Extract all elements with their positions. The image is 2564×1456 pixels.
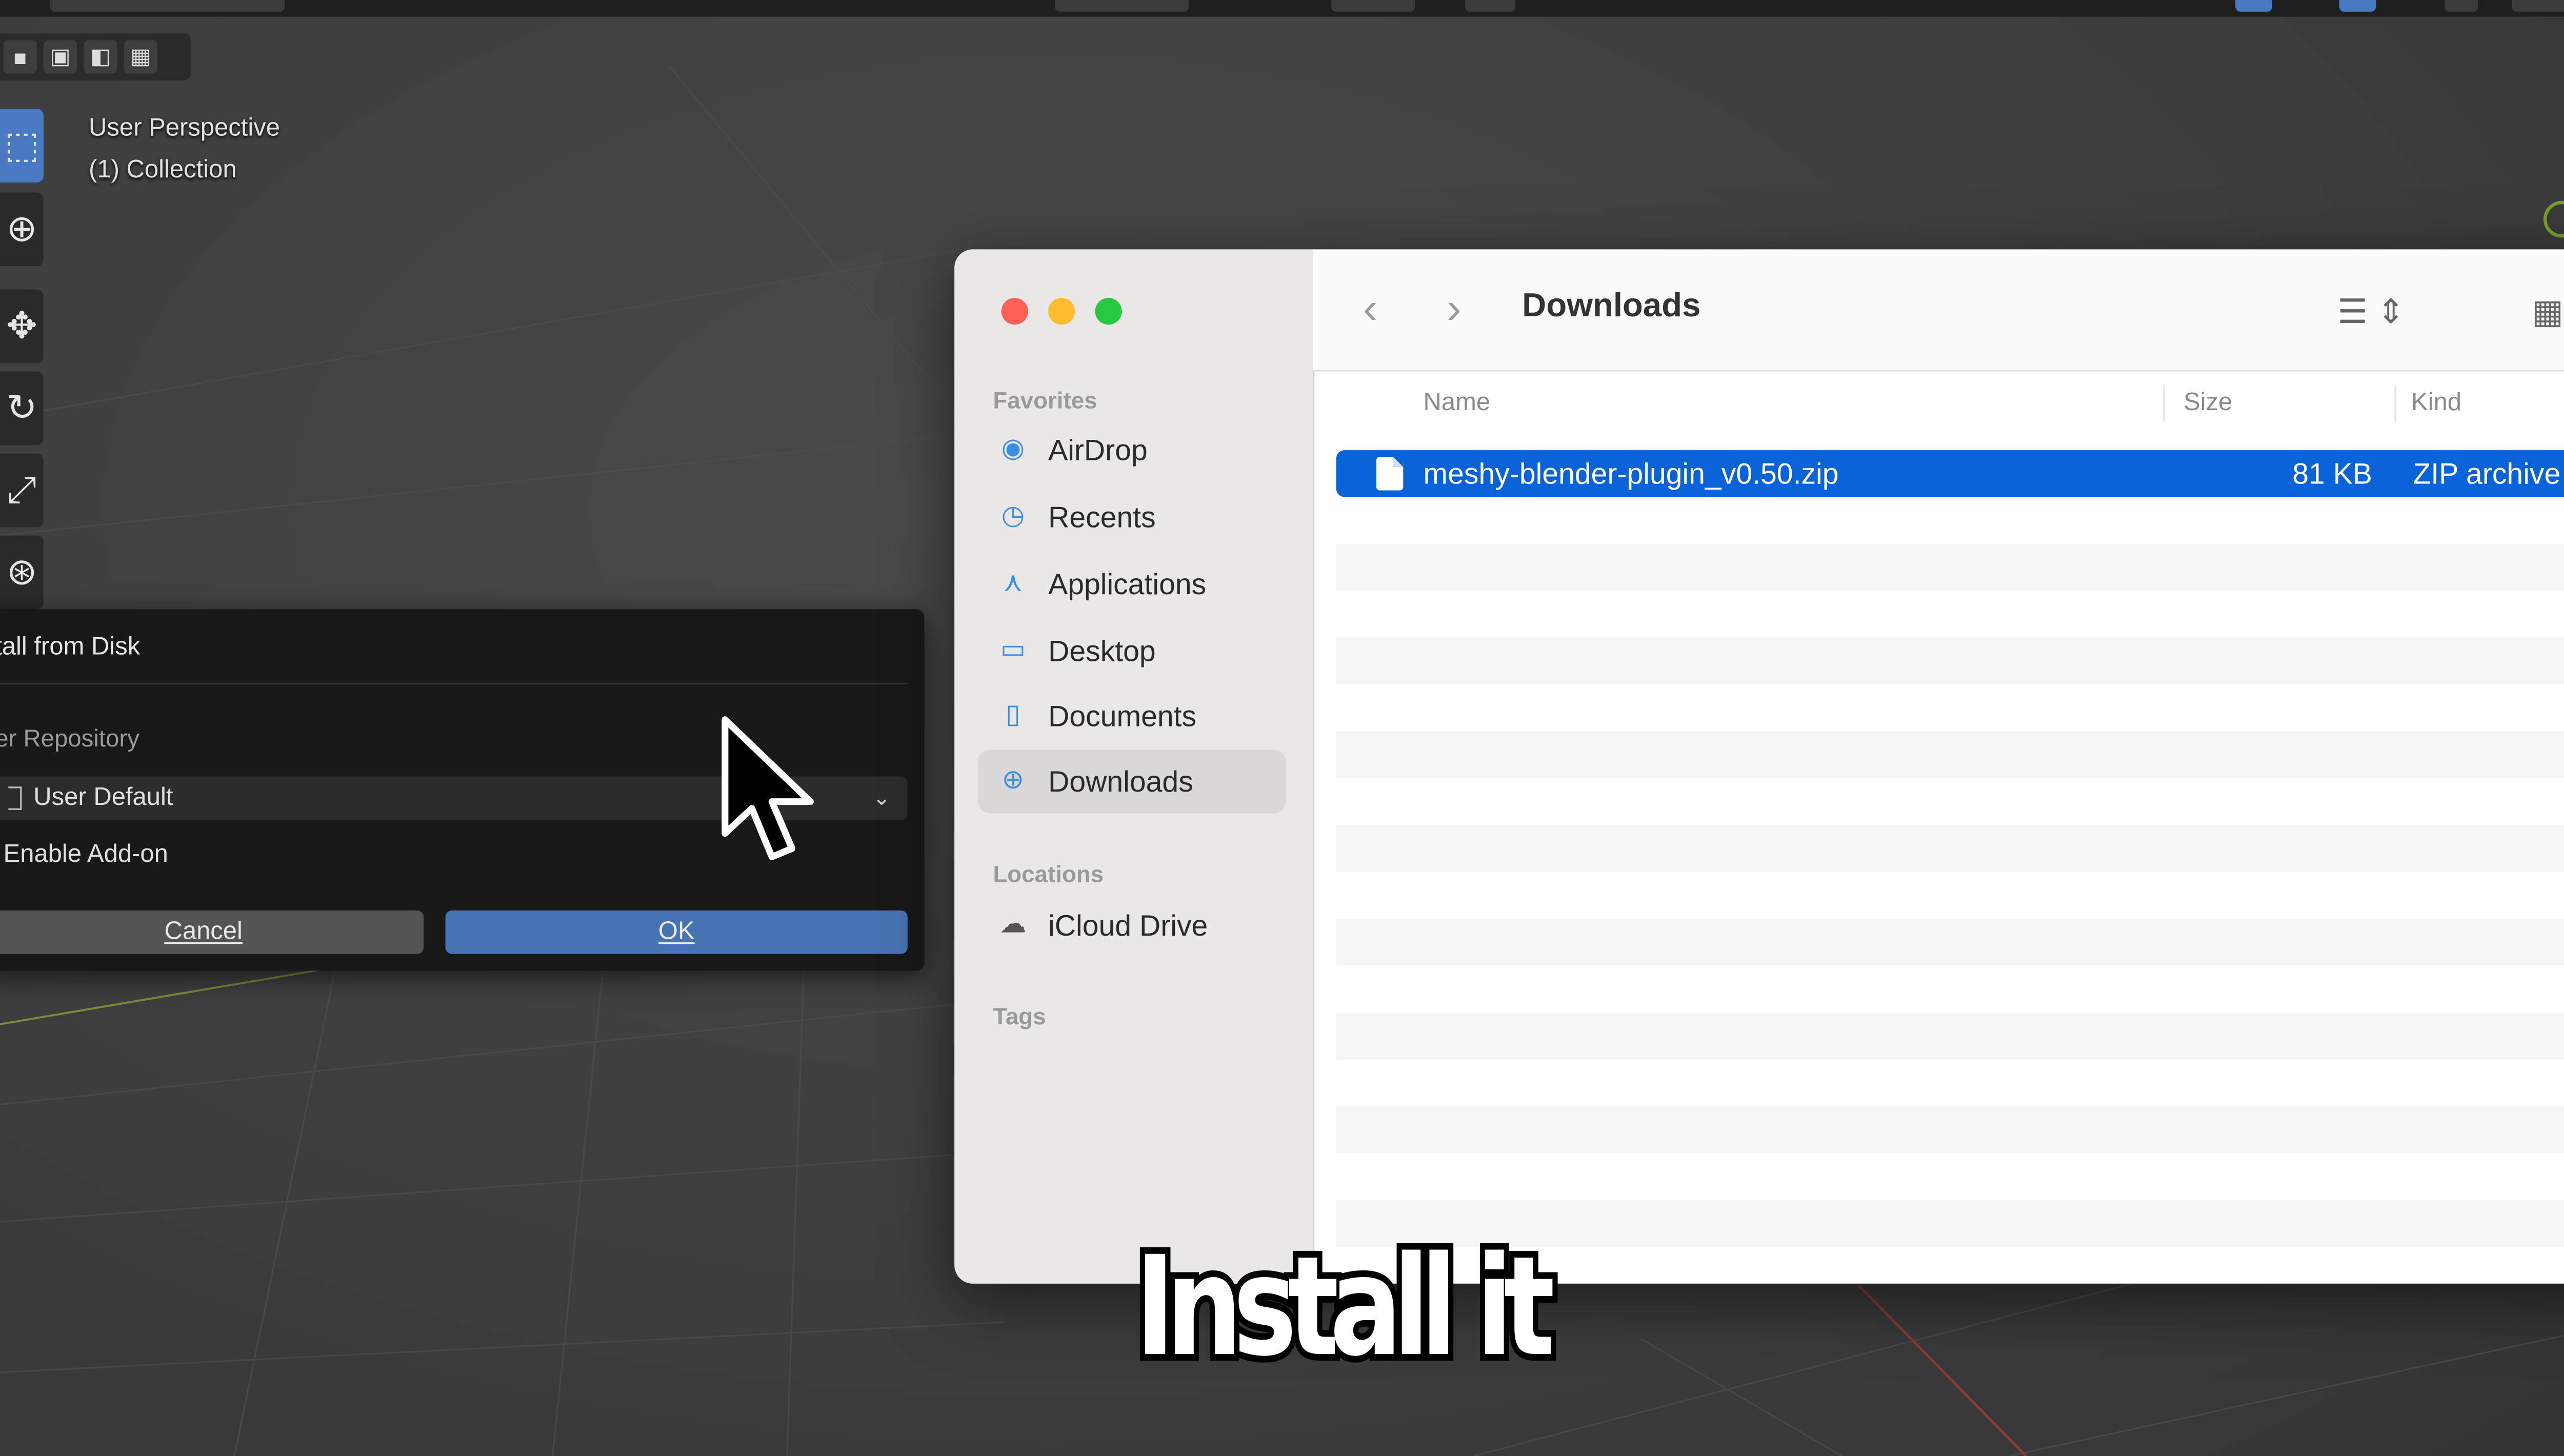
- sidebar-item-documents[interactable]: ▯ Documents: [978, 684, 1286, 748]
- overlay-toggle[interactable]: [2235, 0, 2273, 12]
- empty-row: [1336, 637, 2564, 685]
- sidebar-item-applications[interactable]: ⋏ Applications: [978, 552, 1286, 616]
- ok-button[interactable]: OK: [445, 910, 908, 954]
- airdrop-icon: ◉: [1001, 435, 1025, 464]
- repository-label: er Repository: [0, 726, 139, 753]
- tool-shelf: ⬚ ⊕ ✥ ↻ ⤢ ⊛: [0, 100, 47, 610]
- forward-chevron-icon[interactable]: ›: [1447, 283, 1461, 333]
- sidebar-item-label: AirDrop: [1048, 433, 1148, 467]
- finder-sidebar: Favorites ◉ AirDrop ◷ Recents ⋏ Applicat…: [954, 249, 1315, 1284]
- file-size: 81 KB: [2292, 457, 2372, 491]
- select-new-icon[interactable]: ■: [3, 40, 37, 74]
- file-row[interactable]: meshy-blender-plugin_v0.50.zip 81 KB ZIP…: [1336, 450, 2564, 497]
- close-icon[interactable]: [1001, 298, 1028, 325]
- sidebar-item-desktop[interactable]: ▭ Desktop: [978, 619, 1286, 683]
- rotate-tool[interactable]: ↻: [0, 371, 44, 446]
- blender-header: [0, 0, 2564, 17]
- column-divider: [2163, 385, 2166, 422]
- empty-row: [1336, 1106, 2564, 1154]
- sidebar-item-label: Documents: [1048, 699, 1197, 733]
- cursor-tool[interactable]: ⊕: [0, 192, 44, 267]
- repository-value: User Default: [33, 783, 173, 812]
- empty-row: [1336, 1012, 2564, 1060]
- sidebar-item-label: Recents: [1048, 500, 1156, 534]
- zip-file-icon: [1376, 457, 1404, 491]
- transform-orientation[interactable]: [1055, 0, 1189, 12]
- finder-toolbar: ‹ › Downloads ☰ ⇕ ▦ ⌄: [1312, 249, 2564, 372]
- sidebar-item-recents[interactable]: ◷ Recents: [978, 486, 1286, 549]
- file-name: meshy-blender-plugin_v0.50.zip: [1423, 457, 1839, 491]
- sidebar-item-downloads[interactable]: ⊕ Downloads: [977, 750, 1286, 814]
- select-extend-icon[interactable]: ▣: [43, 40, 77, 74]
- sidebar-item-airdrop[interactable]: ◉ AirDrop: [978, 418, 1286, 482]
- tags-heading: Tags: [993, 1002, 1046, 1029]
- mode-selector[interactable]: [50, 0, 285, 12]
- column-kind[interactable]: Kind: [2411, 388, 2461, 416]
- empty-row: [1336, 731, 2564, 778]
- snap-toggle[interactable]: [1331, 0, 1415, 12]
- mouse-pointer-icon: [722, 716, 814, 860]
- sidebar-item-label: Downloads: [1048, 764, 1193, 799]
- sidebar-item-icloud-drive[interactable]: ☁ iCloud Drive: [978, 894, 1286, 957]
- select-subtract-icon[interactable]: ◧: [84, 40, 117, 74]
- clock-icon: ◷: [1001, 502, 1025, 531]
- scale-tool[interactable]: ⤢: [0, 453, 44, 528]
- column-divider: [2394, 385, 2396, 422]
- viewport-info: User Perspective (1) Collection: [89, 107, 280, 191]
- shading-wireframe[interactable]: [2445, 0, 2478, 12]
- desktop-icon: ▭: [1000, 636, 1026, 664]
- xray-toggle[interactable]: [2339, 0, 2376, 12]
- chevron-down-icon: ⌄: [872, 785, 891, 810]
- sidebar-item-label: Desktop: [1048, 634, 1156, 668]
- locations-heading: Locations: [993, 860, 1104, 887]
- select-intersect-icon[interactable]: ▦: [124, 40, 157, 74]
- back-chevron-icon[interactable]: ‹: [1363, 283, 1377, 333]
- cancel-button[interactable]: Cancel: [0, 910, 424, 954]
- favorites-heading: Favorites: [993, 387, 1097, 414]
- list-view-icon[interactable]: ☰ ⇕: [2337, 291, 2405, 333]
- sidebar-item-label: iCloud Drive: [1048, 908, 1208, 942]
- video-caption: Install it: [1130, 1222, 1560, 1394]
- location-title: Downloads: [1522, 288, 1701, 325]
- select-box-tool[interactable]: ⬚: [0, 109, 44, 183]
- collection-label: (1) Collection: [89, 155, 237, 185]
- empty-row: [1336, 825, 2564, 872]
- perspective-label: User Perspective: [89, 113, 281, 143]
- empty-row: [1336, 919, 2564, 966]
- dialog-title: tall from Disk: [0, 632, 141, 661]
- minimize-icon[interactable]: [1048, 298, 1075, 325]
- divider: [0, 682, 908, 685]
- column-headers: Name Size Kind: [1313, 372, 2564, 435]
- shading-solid[interactable]: [2511, 0, 2564, 12]
- zoom-icon[interactable]: [1095, 298, 1122, 325]
- column-size[interactable]: Size: [2184, 388, 2232, 416]
- finder-window: Favorites ◉ AirDrop ◷ Recents ⋏ Applicat…: [954, 249, 2564, 1284]
- cloud-icon: ☁: [999, 910, 1027, 939]
- group-view-icon[interactable]: ▦ ⌄: [2532, 291, 2564, 333]
- document-icon: ▯: [1006, 701, 1020, 730]
- sidebar-item-label: Applications: [1048, 567, 1207, 601]
- download-icon: ⊕: [1001, 766, 1025, 795]
- transform-tool[interactable]: ⊛: [0, 535, 44, 610]
- enable-addon-checkbox[interactable]: Enable Add-on: [4, 840, 168, 868]
- repository-icon: [8, 786, 22, 810]
- proportional-edit[interactable]: [1465, 0, 1516, 12]
- applications-icon: ⋏: [1003, 569, 1023, 598]
- move-tool[interactable]: ✥: [0, 289, 44, 363]
- file-kind: ZIP archive: [2413, 457, 2561, 491]
- empty-row: [1336, 543, 2564, 591]
- selection-mode-buttons: ■ ▣ ◧ ▦: [0, 33, 191, 80]
- column-name[interactable]: Name: [1424, 388, 1491, 416]
